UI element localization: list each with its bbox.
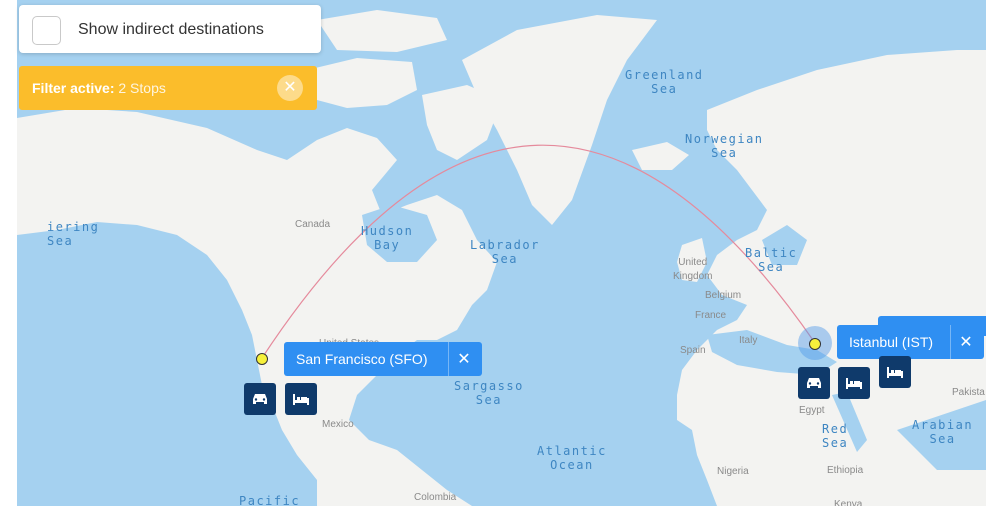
car-rental-button[interactable] (798, 367, 830, 399)
label-norwegian-sea: Norwegian Sea (685, 132, 764, 160)
close-icon[interactable]: ✕ (454, 349, 474, 369)
bed-icon (293, 394, 309, 405)
toggle-label: Show indirect destinations (78, 21, 264, 38)
label-ethiopia: Ethiopia (827, 465, 864, 476)
label-arabian-sea: Arabian Sea (912, 418, 974, 446)
label-spain: Spain (680, 345, 706, 356)
label-france: France (695, 310, 727, 321)
label-atlantic-ocean: Atlantic Ocean (537, 444, 607, 472)
bed-icon (846, 378, 862, 389)
label-pakistan: Pakista (952, 387, 985, 398)
car-icon (807, 378, 821, 388)
close-icon[interactable]: ✕ (277, 75, 303, 101)
label-baltic-sea: Baltic Sea (745, 246, 798, 274)
hotel-button[interactable] (285, 383, 317, 415)
destination-marker[interactable] (809, 338, 821, 350)
label-greenland-sea: Greenland Sea (625, 68, 704, 96)
label-sargasso-sea: Sargasso Sea (454, 379, 524, 407)
car-icon (253, 394, 267, 404)
label-united-kingdom: United Kingdom (673, 257, 713, 282)
label-belgium: Belgium (705, 290, 742, 301)
bed-icon (887, 367, 903, 378)
filter-value: 2 Stops (118, 80, 166, 96)
hotel-button[interactable] (838, 367, 870, 399)
origin-tooltip: San Francisco (SFO) ✕ (284, 342, 482, 376)
label-red-sea: Red Sea (822, 422, 849, 450)
label-bering-sea: iering Sea (47, 220, 100, 248)
label-kenya: Kenya (834, 499, 863, 506)
label-mexico: Mexico (322, 419, 354, 430)
label-hudson-bay: Hudson Bay (361, 224, 414, 252)
origin-marker[interactable] (256, 353, 268, 365)
origin-label: San Francisco (SFO) (296, 351, 428, 367)
filter-prefix: Filter active: (32, 80, 115, 96)
label-italy: Italy (739, 335, 758, 346)
filter-banner: Filter active: 2 Stops ✕ (19, 66, 317, 110)
hotel-button[interactable] (879, 356, 911, 388)
destination-tooltip: Istanbul (IST) ✕ (837, 325, 984, 359)
close-icon[interactable]: ✕ (956, 332, 976, 352)
label-labrador-sea: Labrador Sea (470, 238, 540, 266)
label-egypt: Egypt (799, 405, 825, 416)
label-pacific: Pacific (239, 494, 301, 506)
car-rental-button[interactable] (244, 383, 276, 415)
label-nigeria: Nigeria (717, 466, 749, 477)
destination-label: Istanbul (IST) (849, 334, 934, 350)
label-colombia: Colombia (414, 492, 457, 503)
label-canada: Canada (295, 219, 331, 230)
checkbox-icon[interactable] (32, 16, 61, 45)
indirect-destinations-toggle[interactable]: Show indirect destinations (19, 5, 321, 53)
